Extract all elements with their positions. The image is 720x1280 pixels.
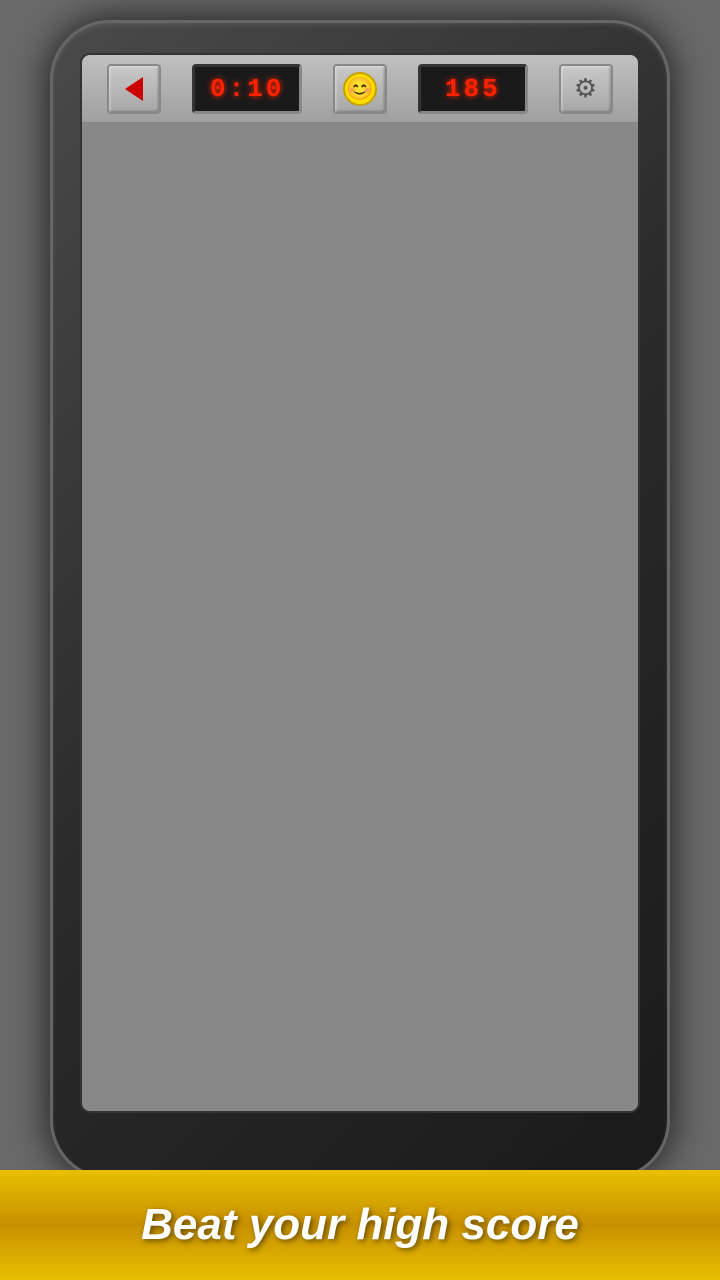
smiley-icon: 😊: [343, 72, 377, 106]
mines-display: 185: [418, 64, 528, 114]
timer-display: 0:10: [192, 64, 302, 114]
back-button[interactable]: [107, 64, 161, 114]
settings-button[interactable]: ⚙: [559, 64, 613, 114]
phone-screen: 0:10 😊 185 ⚙: [80, 53, 640, 1113]
smiley-button[interactable]: 😊: [333, 64, 387, 114]
bottom-banner: Beat your high score: [0, 1170, 720, 1280]
banner-text: Beat your high score: [141, 1200, 579, 1250]
gear-icon: ⚙: [574, 73, 597, 104]
arrow-left-icon: [125, 77, 143, 101]
phone-shell: 0:10 😊 185 ⚙: [50, 20, 670, 1180]
game-toolbar: 0:10 😊 185 ⚙: [82, 55, 638, 125]
